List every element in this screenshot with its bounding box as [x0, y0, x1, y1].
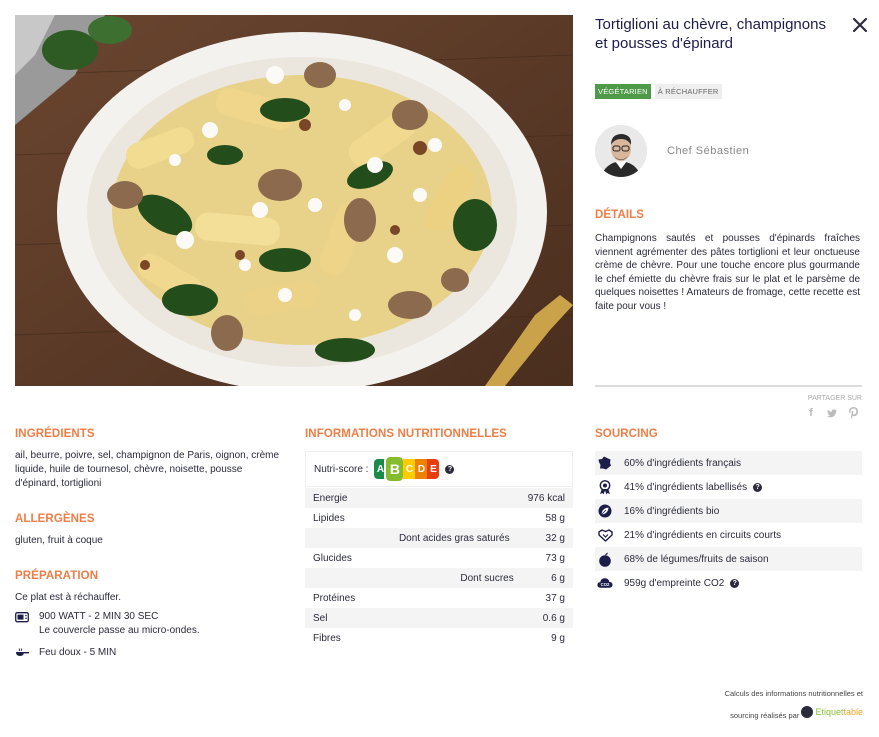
- chef-avatar: [595, 125, 647, 177]
- brand-part2: table: [843, 707, 863, 717]
- footer-line1: Calculs des informations nutritionnelles…: [724, 689, 863, 698]
- nutriscore-letter-e: E: [427, 459, 440, 479]
- pinterest-icon[interactable]: [848, 407, 858, 419]
- microwave-note: Le couvercle passe au micro-ondes.: [39, 625, 200, 636]
- nutrient-value: 73 g: [545, 552, 565, 564]
- label-medal-icon: [597, 479, 613, 495]
- organic-leaf-icon: [597, 503, 613, 519]
- france-map-icon: [597, 455, 613, 471]
- nutriscore-badge: A B C D E: [374, 455, 440, 483]
- close-icon: [852, 17, 868, 33]
- nutrient-label: Protéines: [313, 592, 356, 604]
- allergens-text: gluten, fruit à coque: [15, 535, 103, 546]
- badge-reheat: À RÉCHAUFFER: [654, 84, 722, 99]
- footer-line2: sourcing réalisés par: [730, 711, 800, 720]
- microwave-icon: [15, 612, 31, 628]
- sourcing-text: 68% de légumes/fruits de saison: [624, 553, 769, 565]
- nutrient-value: 32 g: [545, 532, 565, 544]
- share-icons: f: [806, 407, 858, 419]
- table-row: Dont sucres 6 g: [305, 568, 573, 588]
- help-icon[interactable]: ?: [753, 482, 763, 492]
- ingredients-heading: INGRÉDIENTS: [15, 428, 95, 440]
- etiquettable-logo-icon: [801, 706, 814, 718]
- recipe-photo: [15, 15, 573, 386]
- nutrient-label: Energie: [313, 492, 348, 504]
- close-button[interactable]: [849, 14, 871, 36]
- nutrient-label: Sel: [313, 612, 328, 624]
- share-label: PARTAGER SUR: [807, 395, 862, 402]
- nutrient-value: 976 kcal: [527, 492, 565, 504]
- sourcing-text: 41% d'ingrédients labellisés: [624, 481, 748, 493]
- svg-text:CO2: CO2: [601, 582, 610, 587]
- badge-group: VÉGÉTARIEN À RÉCHAUFFER: [595, 84, 722, 99]
- nutrient-label: Lipides: [313, 512, 345, 524]
- table-row: Dont acides gras saturés 32 g: [305, 528, 573, 548]
- preparation-heading: PRÉPARATION: [15, 570, 99, 582]
- list-item: 68% de légumes/fruits de saison: [595, 547, 862, 571]
- pan-icon: [15, 648, 31, 663]
- sourcing-text: 21% d'ingrédients en circuits courts: [624, 529, 781, 541]
- table-row: Lipides 58 g: [305, 508, 573, 528]
- sourcing-text: 16% d'ingrédients bio: [624, 505, 720, 517]
- facebook-icon[interactable]: f: [806, 407, 816, 419]
- list-item: 21% d'ingrédients en circuits courts: [595, 523, 862, 547]
- help-icon[interactable]: ?: [730, 578, 740, 588]
- help-icon[interactable]: ?: [445, 464, 455, 474]
- nutrition-heading: INFORMATIONS NUTRITIONNELLES: [305, 428, 507, 440]
- sourcing-heading: SOURCING: [595, 428, 658, 440]
- sourcing-list: 60% d'ingrédients français 41% d'ingrédi…: [595, 451, 862, 595]
- list-item: CO2 959g d'empreinte CO2 ?: [595, 571, 862, 595]
- list-item: 16% d'ingrédients bio: [595, 499, 862, 523]
- nutriscore-letter-c: C: [403, 459, 416, 479]
- nutriscore-letter-a: A: [374, 459, 387, 479]
- nutriscore-letter-d: D: [415, 459, 428, 479]
- sourcing-text: 60% d'ingrédients français: [624, 457, 741, 469]
- ingredients-text: ail, beurre, poivre, sel, champignon de …: [15, 450, 280, 489]
- nutrient-value: 58 g: [545, 512, 565, 524]
- stove-time: Feu doux - 5 MIN: [39, 647, 117, 658]
- list-item: 41% d'ingrédients labellisés ?: [595, 475, 862, 499]
- microwave-instruction: 900 WATT - 2 MIN 30 SEC Le couvercle pas…: [15, 610, 200, 638]
- divider: [595, 385, 862, 387]
- badge-vegetarian: VÉGÉTARIEN: [595, 84, 651, 99]
- list-item: 60% d'ingrédients français: [595, 451, 862, 475]
- details-heading: DÉTAILS: [595, 209, 645, 221]
- nutrient-label: Glucides: [313, 552, 352, 564]
- chef-name: Chef Sébastien: [667, 145, 750, 157]
- etiquettable-logo[interactable]: Etiquet table: [801, 703, 863, 721]
- table-row: Fibres 9 g: [305, 628, 573, 648]
- nutrient-label: Dont acides gras saturés: [398, 532, 510, 544]
- footer-credit: Calculs des informations nutritionnelles…: [640, 685, 863, 725]
- nutriscore-row: Nutri-score : A B C D E ?: [305, 451, 573, 487]
- nutrient-value: 6 g: [551, 572, 565, 584]
- nutrition-table: Energie 976 kcal Lipides 58 g Dont acides …: [305, 488, 573, 648]
- nutrient-value: 0.6 g: [542, 612, 565, 624]
- nutrient-label: Fibres: [313, 632, 341, 644]
- handshake-icon: [597, 527, 613, 543]
- nutriscore-label: Nutri-score :: [314, 463, 369, 475]
- fruit-icon: [597, 551, 613, 567]
- preparation-intro: Ce plat est à réchauffer.: [15, 592, 121, 603]
- nutriscore-letter-b: B: [384, 455, 406, 483]
- nutrient-value: 9 g: [551, 632, 565, 644]
- stove-instruction: Feu doux - 5 MIN: [15, 646, 116, 663]
- nutrient-value: 37 g: [545, 592, 565, 604]
- table-row: Protéines 37 g: [305, 588, 573, 608]
- allergens-heading: ALLERGÈNES: [15, 513, 95, 525]
- details-text: Champignons sautés et pousses d'épinards…: [595, 233, 860, 312]
- sourcing-text: 959g d'empreinte CO2: [624, 577, 725, 589]
- brand-part1: Etiquet: [815, 707, 844, 717]
- chef-block: Chef Sébastien: [595, 125, 749, 177]
- table-row: Energie 976 kcal: [305, 488, 573, 508]
- nutrient-label: Dont sucres: [460, 572, 514, 584]
- recipe-title: Tortiglioni au chèvre, champignons et po…: [595, 16, 826, 52]
- table-row: Glucides 73 g: [305, 548, 573, 568]
- twitter-icon[interactable]: [827, 407, 837, 419]
- table-row: Sel 0.6 g: [305, 608, 573, 628]
- co2-cloud-icon: CO2: [597, 575, 613, 591]
- microwave-time: 900 WATT - 2 MIN 30 SEC: [39, 611, 159, 622]
